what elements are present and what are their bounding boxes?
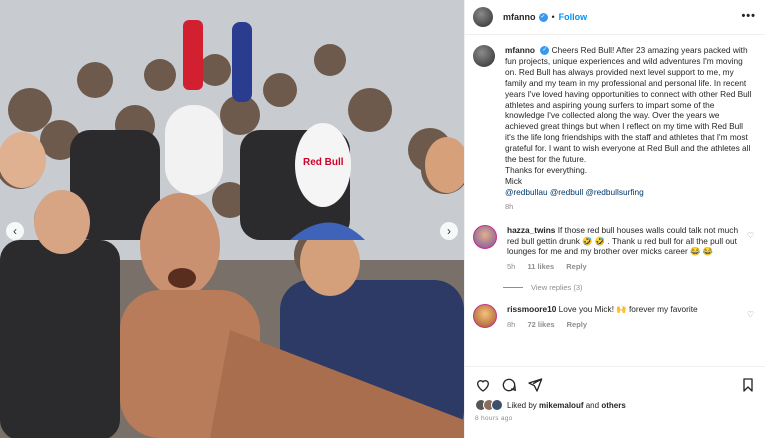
author-username[interactable]: mfanno (503, 12, 536, 22)
chevron-left-icon: ‹ (13, 224, 17, 238)
heart-icon[interactable]: ♡ (747, 231, 754, 240)
share-icon[interactable] (527, 377, 543, 393)
likes-summary: Liked by mikemalouf and others (465, 393, 765, 411)
reply-button[interactable]: Reply (567, 320, 587, 329)
comment-age: 5h (507, 262, 516, 272)
action-icons-row (465, 367, 765, 393)
bookmark-icon[interactable] (740, 377, 756, 393)
more-options-icon[interactable]: ••• (741, 10, 756, 22)
comment-meta: 5h 11 likes Reply (507, 262, 747, 273)
post-side-panel: mfanno ✓ • Follow ••• mfanno ✓ Cheers Re… (464, 0, 765, 438)
liker-avatar (491, 399, 503, 411)
post-header: mfanno ✓ • Follow ••• (465, 0, 765, 35)
separator-dot: • (551, 12, 555, 22)
likes-text: Liked by mikemalouf and others (507, 401, 626, 410)
instagram-post: Red Bull ‹ › mfanno ✓ • Follow ••• mfann… (0, 0, 765, 438)
author-avatar[interactable] (473, 7, 493, 27)
comment-likes[interactable]: 72 likes (527, 320, 554, 329)
photo-illustration: Red Bull (0, 0, 464, 438)
verified-badge-icon: ✓ (538, 12, 548, 22)
chevron-right-icon: › (447, 224, 451, 238)
replies-line (503, 287, 523, 289)
comment-username[interactable]: hazza_twins (507, 225, 555, 235)
heart-icon[interactable]: ♡ (747, 310, 754, 319)
caption-text-block: mfanno ✓ Cheers Red Bull! After 23 amazi… (505, 45, 755, 213)
reply-button[interactable]: Reply (566, 262, 586, 271)
comment-icon[interactable] (501, 377, 517, 393)
comment-likes[interactable]: 11 likes (527, 262, 554, 271)
comment-age: 8h (507, 320, 516, 330)
likes-others-link[interactable]: others (601, 401, 625, 410)
caption-tags[interactable]: @redbullau @redbull @redbullsurfing (505, 187, 755, 198)
comment-text-block: rissmoore10 Love you Mick! 🙌 forever my … (507, 304, 747, 331)
comment-username[interactable]: rissmoore10 (507, 304, 556, 314)
caption-thanks: Thanks for everything. (505, 164, 588, 175)
commenter-avatar[interactable] (473, 304, 497, 329)
comment-meta: 8h 72 likes Reply (507, 320, 747, 331)
caption-body: Cheers Red Bull! After 23 amazing years … (505, 45, 752, 165)
liker-username[interactable]: mikemalouf (539, 401, 583, 410)
commenter-avatar[interactable] (473, 224, 497, 249)
previous-photo-button[interactable]: ‹ (6, 222, 24, 240)
comment-item: rissmoore10 Love you Mick! 🙌 forever my … (465, 304, 765, 331)
caption-username[interactable]: mfanno (505, 45, 535, 55)
caption-signoff: Mick (505, 175, 523, 186)
verified-badge-icon: ✓ (540, 46, 550, 56)
next-photo-button[interactable]: › (440, 222, 458, 240)
svg-text:Red Bull: Red Bull (303, 157, 344, 168)
comment-item: hazza_twins If those red bull houses wal… (465, 224, 765, 274)
view-replies-button[interactable]: View replies (3) (503, 283, 765, 292)
caption-avatar[interactable] (473, 45, 495, 67)
likes-prefix: Liked by (507, 400, 537, 410)
post-caption: mfanno ✓ Cheers Red Bull! After 23 amazi… (465, 35, 765, 213)
view-replies-label: View replies (3) (531, 283, 583, 293)
like-heart-icon[interactable] (475, 377, 491, 393)
post-timestamp[interactable]: 8 hours ago (465, 411, 765, 426)
comment-body: Love you Mick! 🙌 forever my favorite (558, 304, 698, 315)
caption-age: 8h (505, 201, 514, 211)
likes-and: and (585, 400, 600, 410)
post-photo[interactable]: Red Bull ‹ › (0, 0, 464, 438)
comment-text-block: hazza_twins If those red bull houses wal… (507, 225, 747, 274)
post-actions: Liked by mikemalouf and others 8 hours a… (465, 366, 765, 439)
follow-button[interactable]: Follow (559, 12, 588, 22)
